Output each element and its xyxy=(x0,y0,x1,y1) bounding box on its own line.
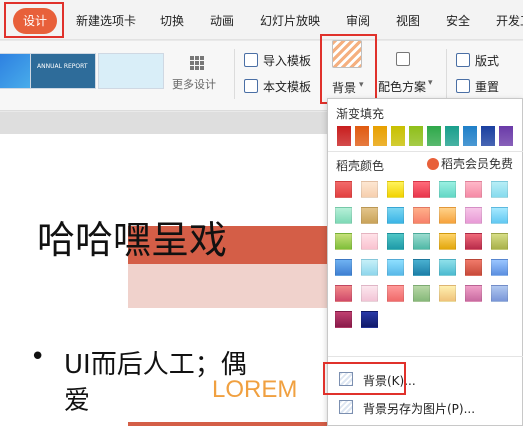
save-background-menu-item[interactable]: 背景另存为图片(P)... xyxy=(329,395,523,421)
rearrange-button[interactable]: 重置 xyxy=(475,78,499,95)
gradient-swatch[interactable] xyxy=(335,285,352,302)
menu-bar: 设计 新建选项卡 切换 动画 幻灯片放映 审阅 视图 安全 开发工 xyxy=(0,0,523,40)
gradient-swatch[interactable] xyxy=(413,285,430,302)
solid-color-swatch[interactable] xyxy=(355,126,369,146)
solid-color-swatch[interactable] xyxy=(445,126,459,146)
slide-lorem-text[interactable]: LOREM xyxy=(212,376,297,404)
design-template-3[interactable] xyxy=(98,53,164,89)
menu-tab-animation[interactable]: 动画 xyxy=(210,10,234,32)
dropdown-divider-2 xyxy=(328,356,523,357)
menu-tab-slideshow[interactable]: 幻灯片放映 xyxy=(260,10,320,32)
gradient-swatch[interactable] xyxy=(361,311,378,328)
gradient-swatch[interactable] xyxy=(465,181,482,198)
gradient-fill-heading: 渐变填充 xyxy=(336,107,385,121)
gradient-swatch[interactable] xyxy=(465,233,482,250)
background-item-icon xyxy=(339,372,353,386)
import-template-icon xyxy=(244,53,258,67)
vip-free-badge: 稻壳会员免费 xyxy=(427,155,513,172)
gradient-swatch[interactable] xyxy=(491,233,508,250)
this-template-button[interactable]: 本文模板 xyxy=(263,78,311,95)
solid-color-swatch[interactable] xyxy=(409,126,423,146)
gradient-swatch[interactable] xyxy=(465,207,482,224)
gradient-swatch[interactable] xyxy=(361,233,378,250)
menu-tab-design[interactable]: 设计 xyxy=(13,8,57,34)
menu-tab-new-tab[interactable]: 新建选项卡 xyxy=(76,10,136,32)
gradient-swatch[interactable] xyxy=(361,285,378,302)
this-template-icon xyxy=(244,79,258,93)
solid-color-swatch[interactable] xyxy=(391,126,405,146)
gradient-swatch[interactable] xyxy=(361,259,378,276)
gradient-swatch[interactable] xyxy=(387,233,404,250)
dropdown-divider xyxy=(328,151,523,152)
background-button[interactable]: 背景 ▾ xyxy=(321,34,377,104)
gradient-swatch[interactable] xyxy=(413,259,430,276)
gradient-swatch[interactable] xyxy=(361,207,378,224)
background-icon xyxy=(332,40,362,68)
gradient-swatch[interactable] xyxy=(439,181,456,198)
import-template-button[interactable]: 导入模板 xyxy=(263,52,311,69)
solid-color-swatch[interactable] xyxy=(373,126,387,146)
background-item-label: 背景(K)... xyxy=(363,374,416,388)
gradient-swatch[interactable] xyxy=(387,207,404,224)
vip-icon xyxy=(427,158,439,170)
menu-tab-security[interactable]: 安全 xyxy=(446,10,470,32)
gradient-swatch[interactable] xyxy=(439,207,456,224)
gradient-swatch[interactable] xyxy=(335,259,352,276)
layout-icon xyxy=(456,53,470,67)
gradient-swatch[interactable] xyxy=(465,285,482,302)
color-scheme-button[interactable]: 配色方案 xyxy=(378,78,426,95)
slide-title[interactable]: 哈哈嘿呈戏 xyxy=(37,209,227,264)
layout-button[interactable]: 版式 xyxy=(475,52,499,69)
more-designs-button[interactable]: 更多设计 xyxy=(172,76,216,92)
gradient-swatch[interactable] xyxy=(387,285,404,302)
gradient-swatch[interactable] xyxy=(387,181,404,198)
gradient-swatch[interactable] xyxy=(491,285,508,302)
color-scheme-chevron-icon: ▾ xyxy=(428,78,433,88)
ribbon-separator-2 xyxy=(446,49,447,99)
save-background-icon xyxy=(339,400,353,414)
shell-colors-heading: 稻壳颜色 xyxy=(336,159,385,173)
menu-tab-developer[interactable]: 开发工 xyxy=(496,10,523,32)
gradient-swatch[interactable] xyxy=(413,181,430,198)
background-chevron-icon: ▾ xyxy=(359,80,364,90)
solid-color-swatch[interactable] xyxy=(427,126,441,146)
background-button-label: 背景 xyxy=(332,81,357,95)
gradient-swatch[interactable] xyxy=(335,233,352,250)
background-menu-item[interactable]: 背景(K)... xyxy=(329,367,523,393)
gradient-swatch[interactable] xyxy=(335,181,352,198)
bullet-dot: • xyxy=(30,342,46,372)
solid-color-swatch[interactable] xyxy=(463,126,477,146)
gradient-swatch[interactable] xyxy=(439,233,456,250)
background-dropdown: 渐变填充 稻壳颜色 稻壳会员免费 背景(K)... 背景另存为图片(P)... xyxy=(327,98,523,426)
gradient-swatch[interactable] xyxy=(491,207,508,224)
solid-color-swatch[interactable] xyxy=(337,126,351,146)
gradient-swatch[interactable] xyxy=(335,311,352,328)
gradient-swatch[interactable] xyxy=(465,259,482,276)
gradient-swatch[interactable] xyxy=(491,181,508,198)
gradient-swatch[interactable] xyxy=(439,259,456,276)
menu-tab-review[interactable]: 审阅 xyxy=(346,10,370,32)
save-background-label: 背景另存为图片(P)... xyxy=(363,402,476,416)
menu-tab-view[interactable]: 视图 xyxy=(396,10,420,32)
color-scheme-icon xyxy=(396,52,410,66)
gradient-swatch[interactable] xyxy=(439,285,456,302)
gradient-swatch[interactable] xyxy=(413,233,430,250)
rearrange-icon xyxy=(456,79,470,93)
menu-tab-transition[interactable]: 切换 xyxy=(160,10,184,32)
ribbon-separator xyxy=(234,49,235,99)
more-designs-icon[interactable] xyxy=(190,56,204,70)
solid-color-swatch[interactable] xyxy=(499,126,513,146)
solid-color-swatch[interactable] xyxy=(481,126,495,146)
gradient-swatch[interactable] xyxy=(361,181,378,198)
vip-free-label: 稻壳会员免费 xyxy=(441,157,514,171)
gradient-swatch[interactable] xyxy=(491,259,508,276)
gradient-swatch[interactable] xyxy=(413,207,430,224)
gradient-swatch[interactable] xyxy=(387,259,404,276)
gradient-swatch[interactable] xyxy=(335,207,352,224)
design-template-2[interactable]: ANNUAL REPORT xyxy=(30,53,96,89)
slide-bullet-text-continued[interactable]: 爱 xyxy=(64,380,90,417)
